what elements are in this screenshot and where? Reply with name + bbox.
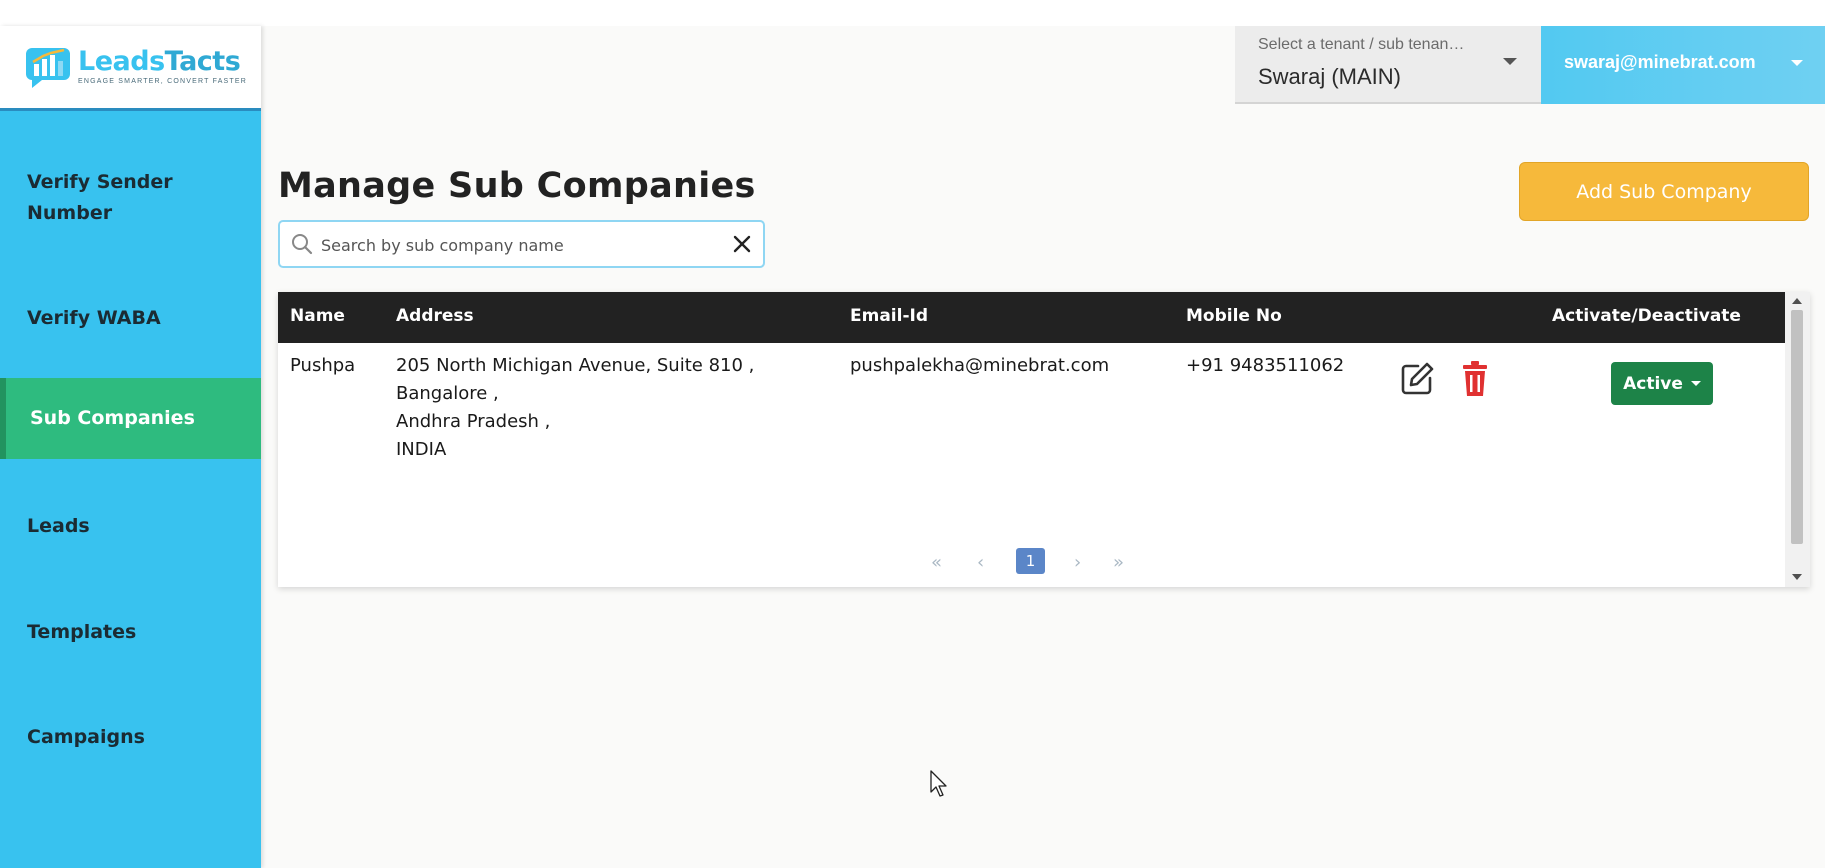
pagination-current-page[interactable]: 1 xyxy=(1016,548,1045,574)
column-header-address: Address xyxy=(396,306,474,326)
table-header: Name Address Email-Id Mobile No Activate… xyxy=(278,292,1785,343)
address-line: 205 North Michigan Avenue, Suite 810 , xyxy=(396,355,755,376)
status-dropdown-button[interactable]: Active xyxy=(1611,362,1713,405)
address-line: Andhra Pradesh , xyxy=(396,411,551,432)
column-header-email: Email-Id xyxy=(850,306,929,326)
sidebar-item-label: Sub Companies xyxy=(30,407,195,429)
sidebar-item-verify-sender-number[interactable]: Verify Sender Number xyxy=(0,166,261,230)
sidebar: LeadsTacts ENGAGE SMARTER, CONVERT FASTE… xyxy=(0,26,261,868)
scrollbar-thumb[interactable] xyxy=(1791,310,1803,544)
sidebar-item-sub-companies[interactable]: Sub Companies xyxy=(0,378,261,459)
add-sub-company-button[interactable]: Add Sub Company xyxy=(1519,162,1809,221)
pagination-last[interactable]: » xyxy=(1113,552,1124,573)
sidebar-item-leads[interactable]: Leads xyxy=(0,506,261,546)
logo-chart-icon xyxy=(26,48,70,88)
search-input[interactable] xyxy=(321,232,711,258)
sidebar-item-verify-waba[interactable]: Verify WABA xyxy=(0,298,261,338)
table-scrollbar[interactable] xyxy=(1785,292,1810,587)
search-box xyxy=(278,220,765,268)
scroll-down-arrow-icon[interactable] xyxy=(1792,574,1802,580)
sub-companies-table: Name Address Email-Id Mobile No Activate… xyxy=(278,292,1810,587)
scroll-up-arrow-icon[interactable] xyxy=(1792,298,1802,304)
sidebar-item-label: Campaigns xyxy=(27,725,145,748)
cell-email: pushpalekha@minebrat.com xyxy=(850,355,1110,376)
chevron-down-icon xyxy=(1690,381,1701,386)
edit-icon[interactable] xyxy=(1398,360,1436,398)
pagination-first[interactable]: « xyxy=(931,552,942,573)
app-root: LeadsTacts ENGAGE SMARTER, CONVERT FASTE… xyxy=(0,26,1825,868)
address-line: INDIA xyxy=(396,439,447,460)
search-icon xyxy=(292,234,313,255)
trash-icon[interactable] xyxy=(1459,360,1491,398)
close-icon[interactable] xyxy=(730,232,754,256)
sidebar-item-label: Leads xyxy=(27,514,90,537)
status-label: Active xyxy=(1623,373,1683,394)
cell-mobile: +91 9483511062 xyxy=(1186,355,1345,376)
tenant-select-label: Select a tenant / sub tenan… xyxy=(1258,36,1465,53)
logo-text: LeadsTacts xyxy=(78,46,241,77)
logo[interactable]: LeadsTacts ENGAGE SMARTER, CONVERT FASTE… xyxy=(0,26,261,111)
user-email: swaraj@minebrat.com xyxy=(1564,52,1756,72)
pagination-prev[interactable]: ‹ xyxy=(977,552,984,573)
cell-name: Pushpa xyxy=(290,355,356,376)
address-line: Bangalore , xyxy=(396,383,499,404)
chevron-down-icon xyxy=(1791,60,1803,66)
page-title: Manage Sub Companies xyxy=(278,166,756,206)
sidebar-item-label: Verify WABA xyxy=(27,306,161,329)
pagination-next[interactable]: › xyxy=(1074,552,1081,573)
mouse-cursor-icon xyxy=(930,770,947,797)
column-header-mobile: Mobile No xyxy=(1186,306,1282,326)
column-header-activate-deactivate: Activate/Deactivate xyxy=(1552,306,1741,326)
logo-tagline: ENGAGE SMARTER, CONVERT FASTER xyxy=(78,78,248,85)
sidebar-item-templates[interactable]: Templates xyxy=(0,612,261,652)
sidebar-item-label: Templates xyxy=(27,620,137,643)
tenant-select[interactable]: Select a tenant / sub tenan… Swaraj (MAI… xyxy=(1235,26,1541,104)
chevron-down-icon xyxy=(1503,58,1517,65)
tenant-select-value: Swaraj (MAIN) xyxy=(1258,64,1402,89)
cell-address: 205 North Michigan Avenue, Suite 810 , B… xyxy=(396,352,754,464)
sidebar-item-label: Verify Sender Number xyxy=(27,171,173,224)
column-header-name: Name xyxy=(290,306,345,326)
user-menu[interactable]: swaraj@minebrat.com xyxy=(1541,26,1825,104)
sidebar-item-campaigns[interactable]: Campaigns xyxy=(0,717,261,757)
